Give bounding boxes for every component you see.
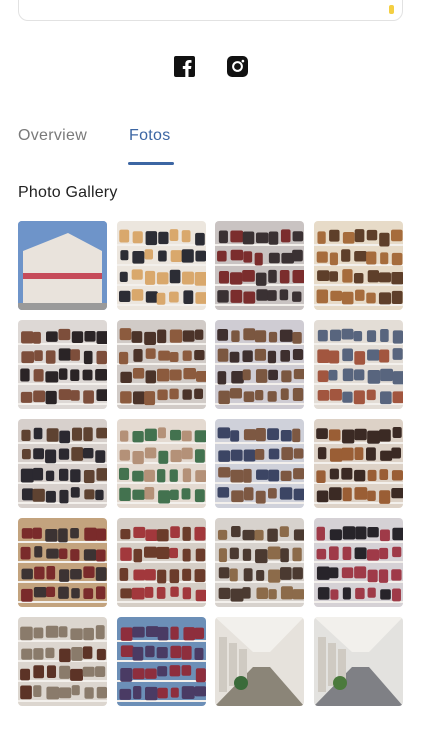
gallery-photo-leather-bags[interactable] xyxy=(313,419,403,508)
active-tab-indicator xyxy=(128,162,174,165)
info-card xyxy=(18,0,403,21)
gallery-photo-blue-handbags[interactable] xyxy=(215,419,304,508)
tab-bar: Overview Fotos xyxy=(0,124,422,168)
gallery-title: Photo Gallery xyxy=(18,184,118,201)
tab-overview[interactable]: Overview xyxy=(18,127,87,145)
gallery-photo-shop-corner[interactable] xyxy=(215,518,304,607)
gallery-photo-handbag-shelves[interactable] xyxy=(18,617,107,706)
tab-fotos[interactable]: Fotos xyxy=(129,127,171,145)
gallery-photo-bags-on-pegs[interactable] xyxy=(215,320,304,409)
gallery-photo-mixed-goods[interactable] xyxy=(18,419,107,508)
gallery-photo-hanging-clothes[interactable] xyxy=(116,221,206,310)
photo-gallery xyxy=(18,221,404,706)
gallery-photo-lace-garments[interactable] xyxy=(116,419,206,508)
instagram-icon[interactable] xyxy=(227,56,248,77)
gallery-photo-handbag-wall[interactable] xyxy=(215,221,304,310)
facebook-icon[interactable] xyxy=(174,56,195,77)
gallery-photo-wallet-display[interactable] xyxy=(116,320,206,409)
gallery-photo-bags-and-belts[interactable] xyxy=(313,221,403,310)
gallery-photo-mall-corridor[interactable] xyxy=(215,617,304,706)
badge-icon xyxy=(389,5,394,14)
social-links xyxy=(0,56,422,78)
gallery-photo-hats-display[interactable] xyxy=(313,320,403,409)
gallery-photo-hats-and-bags[interactable] xyxy=(116,518,206,607)
gallery-photo-mall-hallway[interactable] xyxy=(313,617,403,706)
gallery-photo-storefront-exterior[interactable] xyxy=(18,221,107,310)
gallery-photo-jackets-rack[interactable] xyxy=(18,518,107,607)
gallery-photo-jackets-and-bags[interactable] xyxy=(313,518,403,607)
gallery-photo-colorful-shop[interactable] xyxy=(116,617,206,706)
gallery-photo-black-handbags[interactable] xyxy=(18,320,107,409)
